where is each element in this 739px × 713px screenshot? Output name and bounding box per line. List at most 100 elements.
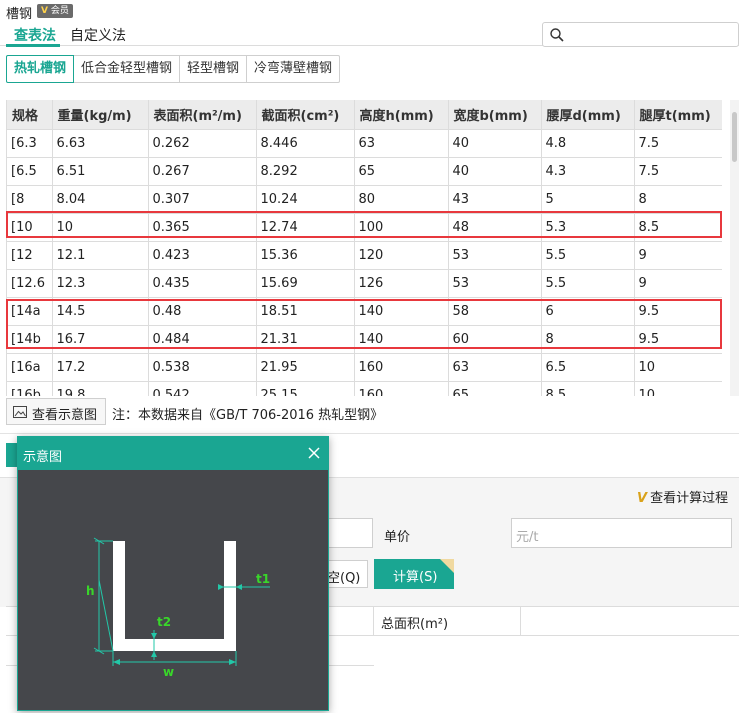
table-cell: 160: [354, 353, 449, 382]
label-t1: t1: [256, 572, 270, 586]
table-cell: 63: [354, 129, 449, 158]
table-cell: 19.8: [52, 381, 149, 396]
table-row[interactable]: [16a 17.2 0.538 21.95 160 63 6.5 10: [7, 353, 722, 382]
table-cell: [12.6: [7, 269, 53, 298]
table-scrollbar-thumb[interactable]: [732, 112, 737, 162]
view-calc-process-link[interactable]: V 查看计算过程: [637, 487, 728, 506]
highlight-box: [6, 211, 722, 238]
label-h: h: [86, 584, 95, 598]
table-row[interactable]: [12 12.1 0.423 15.36 120 53 5.5 9: [7, 241, 722, 270]
table-cell: [16b: [7, 381, 53, 396]
table-cell: 15.36: [256, 241, 355, 270]
spec-table-container: 规格 重量(kg/m) 表面积(m²/m) 截面积(cm²) 高度h(mm) 宽…: [6, 100, 722, 396]
dim-w-arrow: [113, 659, 120, 665]
vip-mark: V: [41, 6, 48, 16]
column-header[interactable]: 腿厚t(mm): [634, 100, 722, 130]
tab-custom[interactable]: 自定义法: [70, 25, 126, 45]
table-cell: 8: [634, 185, 722, 214]
channel-profile: [113, 541, 236, 651]
table-cell: 15.69: [256, 269, 355, 298]
search-input[interactable]: [569, 25, 734, 44]
view-diagram-button[interactable]: 查看示意图: [6, 398, 106, 425]
tab-lookup[interactable]: 查表法: [14, 25, 56, 45]
table-cell: 10.24: [256, 185, 355, 214]
diagram-dialog[interactable]: 示意图 h t1 t2 w: [17, 436, 329, 711]
table-cell: 10: [634, 381, 722, 396]
table-cell: 4.3: [541, 157, 635, 186]
dialog-header[interactable]: 示意图: [18, 437, 328, 470]
table-cell: 0.267: [148, 157, 257, 186]
table-cell: 8.446: [256, 129, 355, 158]
table-cell: [12: [7, 241, 53, 270]
table-cell: [8: [7, 185, 53, 214]
table-cell: 63: [448, 353, 542, 382]
table-row[interactable]: [6.5 6.51 0.267 8.292 65 40 4.3 7.5: [7, 157, 722, 186]
vip-label: 会员: [50, 6, 69, 16]
table-cell: 8.5: [541, 381, 635, 396]
title-bar: 槽钢 V 会员: [0, 0, 739, 22]
table-cell: 65: [448, 381, 542, 396]
table-cell: 7.5: [634, 157, 722, 186]
dim-t1-arrow: [218, 584, 224, 590]
vip-corner-icon: [440, 559, 454, 573]
table-header-row: 规格 重量(kg/m) 表面积(m²/m) 截面积(cm²) 高度h(mm) 宽…: [7, 100, 722, 130]
subtab-cold-formed[interactable]: 冷弯薄壁槽钢: [246, 55, 341, 83]
active-tab-indicator: [6, 44, 60, 47]
clear-label: 空(Q): [327, 571, 361, 586]
subtab-hot-rolled[interactable]: 热轧槽钢: [6, 55, 75, 83]
subtab-light[interactable]: 轻型槽钢: [179, 55, 248, 83]
table-cell: [6.3: [7, 129, 53, 158]
table-cell: 0.423: [148, 241, 257, 270]
table-cell: 40: [448, 129, 542, 158]
close-icon[interactable]: [306, 445, 322, 461]
quantity-input[interactable]: [325, 518, 373, 548]
table-cell: 25.15: [256, 381, 355, 396]
table-cell: 10: [634, 353, 722, 382]
column-header[interactable]: 截面积(cm²): [256, 100, 355, 130]
table-cell: 12.1: [52, 241, 149, 270]
table-row[interactable]: [12.6 12.3 0.435 15.69 126 53 5.5 9: [7, 269, 722, 298]
column-header[interactable]: 高度h(mm): [354, 100, 449, 130]
table-cell: 0.542: [148, 381, 257, 396]
vip-badge: V 会员: [37, 4, 73, 18]
table-cell: 8.04: [52, 185, 149, 214]
column-header[interactable]: 规格: [7, 100, 53, 130]
dim-t2-arrow: [151, 633, 157, 639]
table-cell: 6.51: [52, 157, 149, 186]
calculate-button[interactable]: 计算(S): [374, 559, 454, 589]
search-box[interactable]: [542, 22, 739, 47]
image-icon: [13, 406, 27, 418]
table-cell: 5.5: [541, 269, 635, 298]
table-row[interactable]: [6.3 6.63 0.262 8.446 63 40 4.8 7.5: [7, 129, 722, 158]
table-row[interactable]: [8 8.04 0.307 10.24 80 43 5 8: [7, 185, 722, 214]
table-cell: [6.5: [7, 157, 53, 186]
table-cell: 160: [354, 381, 449, 396]
column-header[interactable]: 重量(kg/m): [52, 100, 149, 130]
table-cell: 43: [448, 185, 542, 214]
table-cell: 5.5: [541, 241, 635, 270]
table-cell: 6.63: [52, 129, 149, 158]
subtab-low-alloy-light[interactable]: 低合金轻型槽钢: [73, 55, 181, 83]
dim-h-diag: [98, 579, 114, 652]
view-calc-process-label: 查看计算过程: [650, 491, 729, 506]
channel-type-tabs: 热轧槽钢 低合金轻型槽钢 轻型槽钢 冷弯薄壁槽钢: [6, 55, 341, 83]
table-body: [6.3 6.63 0.262 8.446 63 40 4.8 7.5 [6.5 6.51 0.26…: [7, 129, 722, 396]
column-header[interactable]: 表面积(m²/m): [148, 100, 257, 130]
dim-t2-arrow: [151, 651, 157, 657]
column-header[interactable]: 腰厚d(mm): [541, 100, 635, 130]
table-cell: 120: [354, 241, 449, 270]
price-placeholder: 元/t: [516, 530, 539, 545]
table-row[interactable]: [16b 19.8 0.542 25.15 160 65 8.5 10: [7, 381, 722, 396]
table-cell: 0.435: [148, 269, 257, 298]
table-cell: 8.292: [256, 157, 355, 186]
table-cell: 0.307: [148, 185, 257, 214]
price-input[interactable]: 元/t: [511, 518, 732, 548]
price-label: 单价: [384, 530, 411, 545]
dim-w-arrow: [229, 659, 236, 665]
table-cell: 12.3: [52, 269, 149, 298]
column-header[interactable]: 宽度b(mm): [448, 100, 542, 130]
view-diagram-label: 查看示意图: [32, 408, 98, 423]
label-t2: t2: [157, 615, 171, 629]
table-cell: 4.8: [541, 129, 635, 158]
table-cell: 9: [634, 269, 722, 298]
